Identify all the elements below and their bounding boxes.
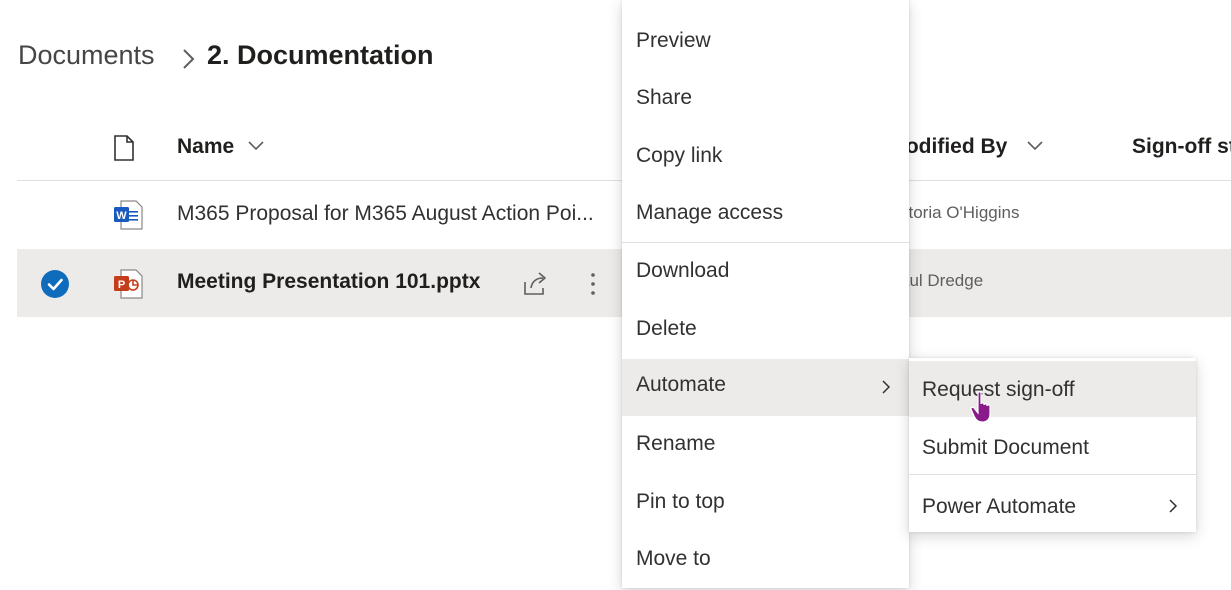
modified-by: ctoria O'Higgins — [900, 203, 1020, 222]
menu-item-label: Automate — [636, 373, 726, 396]
chevron-down-icon[interactable] — [1025, 138, 1045, 154]
menu-item-delete[interactable]: Delete — [622, 303, 909, 360]
menu-item-label: Move to — [636, 547, 711, 570]
word-icon: W — [114, 200, 143, 230]
menu-divider — [622, 242, 909, 243]
modified-by: aul Dredge — [900, 271, 984, 290]
chevron-down-icon[interactable] — [246, 138, 266, 154]
file-name[interactable]: M365 Proposal for M365 August Action Poi… — [177, 202, 594, 226]
submenu-item-label: Submit Document — [922, 436, 1089, 459]
more-options-icon[interactable] — [585, 270, 601, 298]
column-header-sign-off-status[interactable]: Sign-off st — [1132, 135, 1231, 159]
menu-item-label: Download — [636, 259, 730, 282]
file-type-header-icon — [114, 135, 134, 161]
menu-item-label: Share — [636, 86, 693, 109]
column-header-name[interactable]: Name — [177, 135, 234, 159]
submenu-item-request-sign-off[interactable]: Request sign-off — [909, 361, 1196, 417]
submenu-item-submit-document[interactable]: Submit Document — [909, 419, 1196, 475]
menu-item-download[interactable]: Download — [622, 245, 909, 302]
automate-submenu: Request sign-off Submit Document Power A… — [909, 358, 1196, 532]
menu-item-manage-access[interactable]: Manage access — [622, 187, 909, 244]
breadcrumb-documents[interactable]: Documents — [18, 40, 155, 71]
menu-item-label: Pin to top — [636, 490, 725, 513]
powerpoint-icon: P — [114, 269, 143, 299]
menu-item-label: Delete — [636, 317, 697, 340]
menu-item-rename[interactable]: Rename — [622, 418, 909, 475]
submenu-item-label: Power Automate — [922, 495, 1077, 518]
menu-item-copy-link[interactable]: Copy link — [622, 130, 909, 187]
checkmark-icon — [47, 278, 63, 291]
svg-text:W: W — [116, 210, 127, 222]
submenu-item-label: Request sign-off — [922, 378, 1075, 401]
menu-item-move-to[interactable]: Move to — [622, 533, 909, 590]
menu-item-pin-to-top[interactable]: Pin to top — [622, 476, 909, 533]
menu-item-label: Manage access — [636, 201, 784, 224]
menu-item-label: Rename — [636, 432, 716, 455]
menu-item-label: Preview — [636, 29, 711, 52]
chevron-right-icon — [1169, 499, 1178, 513]
svg-text:P: P — [118, 279, 125, 291]
share-icon[interactable] — [521, 270, 551, 298]
menu-item-preview[interactable]: Preview — [622, 15, 909, 72]
chevron-right-icon — [183, 49, 195, 69]
breadcrumb-current: 2. Documentation — [207, 40, 434, 70]
chevron-right-icon — [882, 380, 891, 394]
submenu-item-power-automate[interactable]: Power Automate — [909, 478, 1196, 534]
file-name[interactable]: Meeting Presentation 101.pptx — [177, 270, 480, 294]
column-header-modified-by[interactable]: lodified By — [900, 135, 1007, 159]
menu-item-label: Copy link — [636, 144, 723, 167]
row-checkbox-checked[interactable] — [41, 270, 69, 298]
menu-item-automate[interactable]: Automate — [622, 359, 909, 416]
context-menu: Preview Share Copy link Manage access Do… — [622, 0, 909, 588]
hand-pointer-cursor-icon — [970, 391, 991, 423]
menu-divider — [909, 474, 1196, 475]
menu-item-share[interactable]: Share — [622, 72, 909, 129]
